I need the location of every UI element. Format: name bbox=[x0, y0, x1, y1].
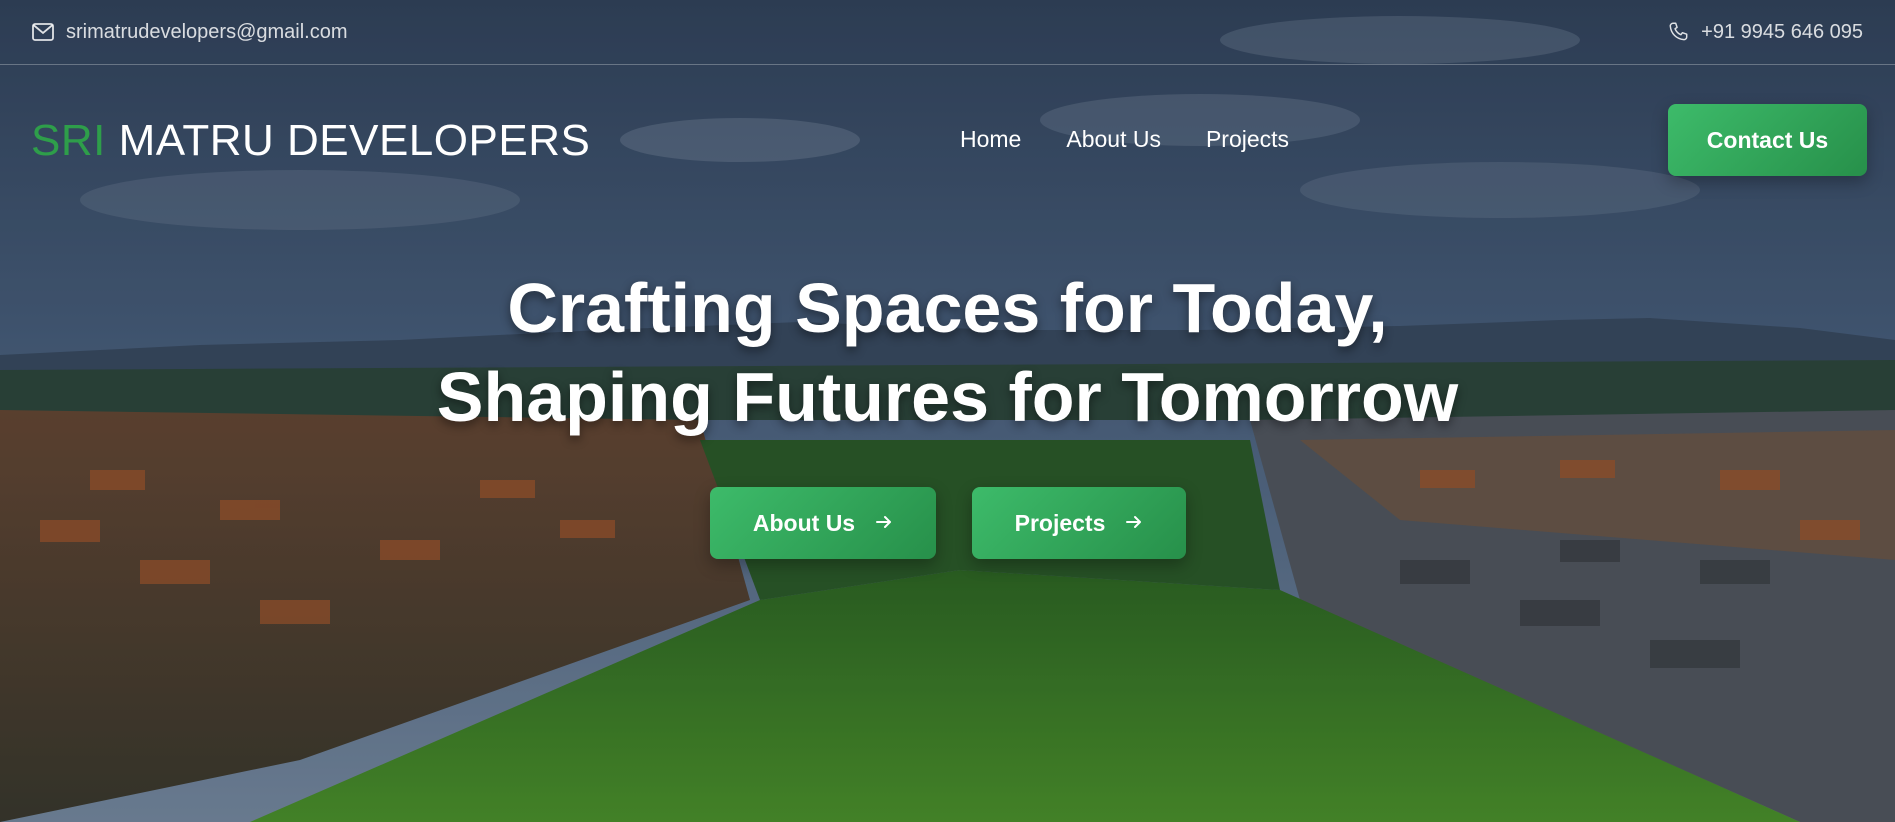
hero-headline: Crafting Spaces for Today, Shaping Futur… bbox=[0, 264, 1895, 442]
nav-menu: Home About Us Projects bbox=[960, 126, 1289, 153]
email-text[interactable]: srimatrudevelopers@gmail.com bbox=[66, 21, 348, 44]
nav-item-projects[interactable]: Projects bbox=[1206, 126, 1289, 153]
main-navigation: SRI MATRU DEVELOPERS Home About Us Proje… bbox=[0, 100, 1895, 180]
phone-contact[interactable]: +91 9945 646 095 bbox=[1667, 21, 1863, 44]
arrow-right-icon bbox=[1125, 510, 1143, 537]
arrow-right-icon bbox=[875, 510, 893, 537]
logo-accent: SRI bbox=[31, 116, 106, 165]
headline-line-2: Shaping Futures for Tomorrow bbox=[436, 358, 1459, 436]
nav-item-about-us[interactable]: About Us bbox=[1066, 126, 1161, 153]
logo-text: MATRU DEVELOPERS bbox=[118, 116, 591, 165]
nav-item-home[interactable]: Home bbox=[960, 126, 1021, 153]
about-us-button-label: About Us bbox=[752, 509, 856, 536]
projects-button-label: Projects bbox=[1014, 509, 1106, 536]
logo[interactable]: SRI MATRU DEVELOPERS bbox=[31, 116, 590, 166]
phone-icon bbox=[1667, 21, 1689, 43]
mail-icon bbox=[32, 23, 54, 41]
email-contact[interactable]: srimatrudevelopers@gmail.com bbox=[32, 21, 348, 44]
projects-button[interactable]: Projects bbox=[972, 487, 1186, 559]
contact-us-button[interactable]: Contact Us bbox=[1668, 104, 1867, 176]
hero-section: srimatrudevelopers@gmail.com +91 9945 64… bbox=[0, 0, 1895, 822]
about-us-button[interactable]: About Us bbox=[710, 487, 936, 559]
headline-line-1: Crafting Spaces for Today, bbox=[507, 269, 1388, 347]
top-contact-bar: srimatrudevelopers@gmail.com +91 9945 64… bbox=[0, 0, 1895, 65]
phone-text[interactable]: +91 9945 646 095 bbox=[1701, 21, 1863, 44]
